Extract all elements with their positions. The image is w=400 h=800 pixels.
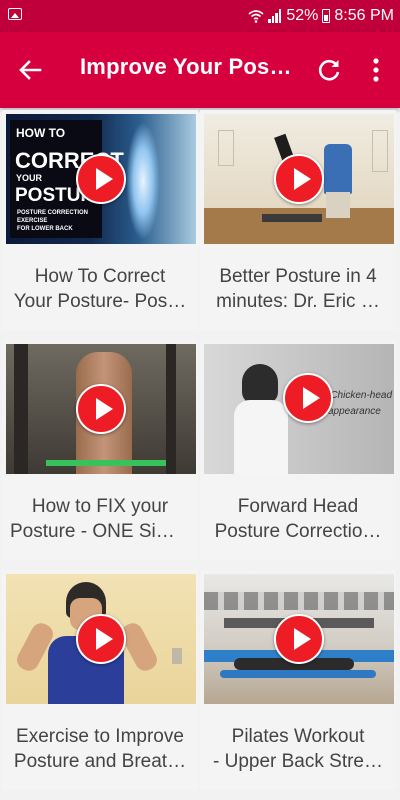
video-title-line: minutes: Dr. Eric … xyxy=(216,291,380,312)
video-title-line: Exercise to Improve xyxy=(16,726,184,747)
play-icon xyxy=(274,614,324,664)
status-icons: 52% 8:56 PM xyxy=(248,6,394,26)
video-card[interactable]: Pilates Workout - Upper Back Stre… xyxy=(200,570,396,790)
thumb-text: YOUR xyxy=(16,173,43,183)
video-title: Exercise to Improve Posture and Breat… xyxy=(10,724,190,774)
video-thumbnail xyxy=(204,574,394,704)
video-thumbnail: HOW TO CORRECT YOUR POSTURE POSTURE CORR… xyxy=(6,114,196,244)
thumb-text: FOR LOWER BACK xyxy=(17,226,73,232)
video-thumbnail: ...Chicken-head appearance xyxy=(204,344,394,474)
video-title: Better Posture in 4 minutes: Dr. Eric … xyxy=(208,264,388,314)
thumb-text: POSTURE CORRECTION xyxy=(17,210,89,216)
thumb-text: HOW TO xyxy=(16,126,66,140)
video-title-line: Pilates Workout xyxy=(231,726,365,747)
play-icon xyxy=(283,373,333,423)
wifi-icon xyxy=(248,10,264,23)
battery-percent: 52% xyxy=(286,7,319,24)
play-icon xyxy=(274,154,324,204)
video-card[interactable]: Exercise to Improve Posture and Breat… xyxy=(2,570,198,790)
video-card[interactable]: How to FIX your Posture - ONE Sim… xyxy=(2,340,198,560)
video-title-line: How To Correct xyxy=(34,266,166,287)
thumb-text: appearance xyxy=(328,406,381,417)
page-title: Improve Your Posture xyxy=(80,54,296,79)
signal-icon xyxy=(268,9,282,23)
thumb-text: EXERCISE xyxy=(17,218,48,224)
play-icon xyxy=(76,154,126,204)
clock: 8:56 PM xyxy=(334,7,394,24)
more-vert-icon[interactable] xyxy=(364,56,388,84)
video-title-line: Posture and Breat… xyxy=(13,751,187,772)
battery-icon xyxy=(322,9,331,23)
video-title-line: - Upper Back Stre… xyxy=(213,751,383,772)
video-title-line: Posture - ONE Sim… xyxy=(10,521,190,542)
play-icon xyxy=(76,384,126,434)
video-title: How To Correct Your Posture- Pos… xyxy=(10,264,190,314)
video-title-line: Better Posture in 4 xyxy=(219,266,377,287)
video-thumbnail xyxy=(6,574,196,704)
video-thumbnail xyxy=(6,344,196,474)
arrow-back-icon[interactable] xyxy=(16,56,44,84)
gallery-notification-icon xyxy=(8,8,22,20)
video-title: How to FIX your Posture - ONE Sim… xyxy=(10,494,190,544)
app-bar: Improve Your Posture xyxy=(0,32,400,108)
video-title-line: Posture Correctio… xyxy=(214,521,382,542)
status-bar: 52% 8:56 PM xyxy=(0,0,400,32)
video-card[interactable]: HOW TO CORRECT YOUR POSTURE POSTURE CORR… xyxy=(2,110,198,330)
video-title: Pilates Workout - Upper Back Stre… xyxy=(208,724,388,774)
video-title: Forward Head Posture Correctio… xyxy=(208,494,388,544)
video-card[interactable]: ...Chicken-head appearance Forward Head … xyxy=(200,340,396,560)
play-icon xyxy=(76,614,126,664)
video-card[interactable]: Better Posture in 4 minutes: Dr. Eric … xyxy=(200,110,396,330)
video-title-line: How to FIX your xyxy=(31,496,169,517)
video-thumbnail xyxy=(204,114,394,244)
video-title-line: Your Posture- Pos… xyxy=(13,291,187,312)
refresh-icon[interactable] xyxy=(316,57,342,83)
video-title-line: Forward Head xyxy=(237,496,359,517)
